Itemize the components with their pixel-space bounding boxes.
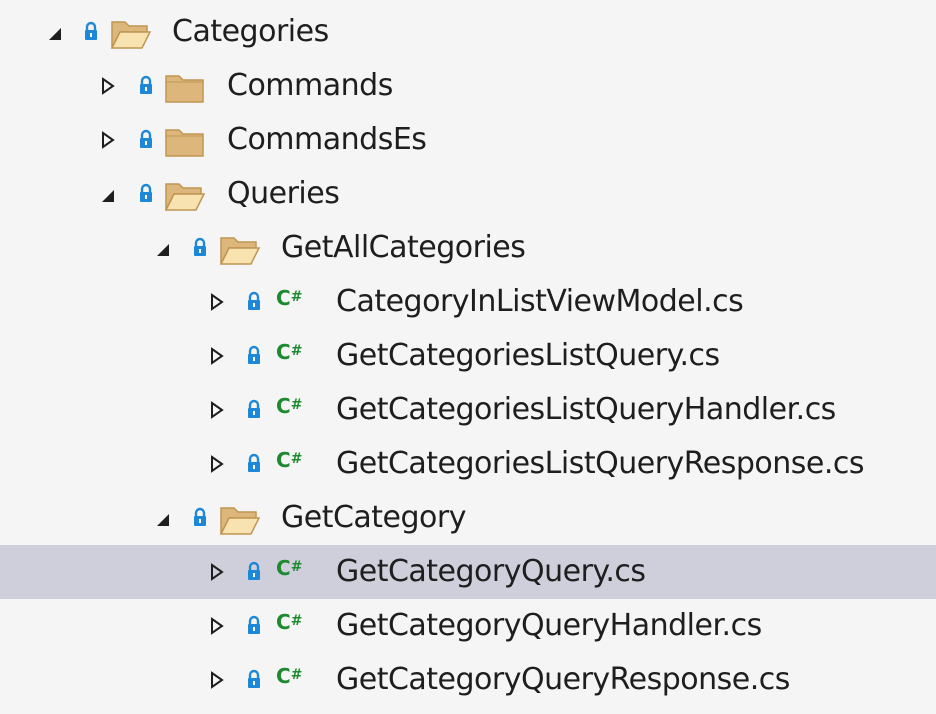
tree-item-getcategoryquery[interactable]: C# GetCategoryQuery.cs [0, 545, 936, 599]
collapsed-arrow-icon[interactable] [210, 347, 224, 365]
tree-item-label: CategoryInListViewModel.cs [336, 284, 744, 319]
tree-item-queries[interactable]: Queries [0, 167, 936, 221]
lock-icon [248, 291, 260, 310]
collapsed-arrow-icon[interactable] [210, 617, 224, 635]
tree-item-getcategoryqueryhandler[interactable]: C# GetCategoryQueryHandler.cs [0, 599, 936, 653]
tree-item-categories[interactable]: Categories [0, 5, 936, 59]
folder-open-icon [110, 21, 152, 49]
collapsed-arrow-icon[interactable] [210, 455, 224, 473]
lock-icon [248, 669, 260, 688]
lock-icon [140, 75, 152, 94]
tree-item-label: Commands [227, 68, 393, 103]
lock-icon [248, 561, 260, 580]
csharp-file-icon: C# [276, 448, 302, 472]
folder-closed-icon [165, 129, 204, 157]
tree-item-getcategorieslistqueryresponse[interactable]: C# GetCategoriesListQueryResponse.cs [0, 437, 936, 491]
folder-open-icon [219, 507, 261, 535]
lock-icon [248, 615, 260, 634]
collapsed-arrow-icon[interactable] [210, 671, 224, 689]
tree-item-categoryinlistviewmodel[interactable]: C# CategoryInListViewModel.cs [0, 275, 936, 329]
csharp-file-icon: C# [276, 664, 302, 688]
tree-item-label: GetAllCategories [281, 230, 526, 265]
tree-item-label: Categories [172, 14, 329, 49]
tree-item-commandses[interactable]: CommandsEs [0, 113, 936, 167]
tree-item-getcategorieslistquery[interactable]: C# GetCategoriesListQuery.cs [0, 329, 936, 383]
collapsed-arrow-icon[interactable] [101, 77, 115, 95]
csharp-file-icon: C# [276, 610, 302, 634]
solution-explorer-tree: Categories Commands CommandsEs Queries G… [0, 0, 936, 714]
folder-open-icon [164, 183, 206, 211]
lock-icon [140, 183, 152, 202]
collapsed-arrow-icon[interactable] [210, 563, 224, 581]
csharp-file-icon: C# [276, 340, 302, 364]
lock-icon [248, 453, 260, 472]
expanded-arrow-icon[interactable] [101, 185, 115, 203]
csharp-file-icon: C# [276, 286, 302, 310]
collapsed-arrow-icon[interactable] [101, 131, 115, 149]
tree-item-label: GetCategoryQueryResponse.cs [336, 662, 790, 697]
tree-item-commands[interactable]: Commands [0, 59, 936, 113]
expanded-arrow-icon[interactable] [156, 239, 170, 257]
expanded-arrow-icon[interactable] [156, 509, 170, 527]
folder-closed-icon [165, 75, 204, 103]
tree-item-label: Queries [227, 176, 340, 211]
tree-item-getallcategories[interactable]: GetAllCategories [0, 221, 936, 275]
tree-item-label: GetCategory [281, 500, 467, 535]
tree-item-label: GetCategoriesListQuery.cs [336, 338, 720, 373]
tree-item-label: GetCategoryQuery.cs [336, 554, 646, 589]
tree-item-label: CommandsEs [227, 122, 427, 157]
tree-item-label: GetCategoriesListQueryHandler.cs [336, 392, 836, 427]
lock-icon [248, 399, 260, 418]
tree-item-label: GetCategoriesListQueryResponse.cs [336, 446, 865, 481]
tree-item-getcategorieslistqueryhandler[interactable]: C# GetCategoriesListQueryHandler.cs [0, 383, 936, 437]
tree-item-getcategory[interactable]: GetCategory [0, 491, 936, 545]
lock-icon [140, 129, 152, 148]
lock-icon [194, 237, 206, 256]
tree-item-label: GetCategoryQueryHandler.cs [336, 608, 762, 643]
lock-icon [248, 345, 260, 364]
lock-icon [85, 21, 97, 40]
expanded-arrow-icon[interactable] [48, 23, 62, 41]
csharp-file-icon: C# [276, 556, 302, 580]
tree-item-getcategoryqueryresponse[interactable]: C# GetCategoryQueryResponse.cs [0, 653, 936, 707]
lock-icon [194, 507, 206, 526]
csharp-file-icon: C# [276, 394, 302, 418]
collapsed-arrow-icon[interactable] [210, 293, 224, 311]
folder-open-icon [219, 237, 261, 265]
collapsed-arrow-icon[interactable] [210, 401, 224, 419]
